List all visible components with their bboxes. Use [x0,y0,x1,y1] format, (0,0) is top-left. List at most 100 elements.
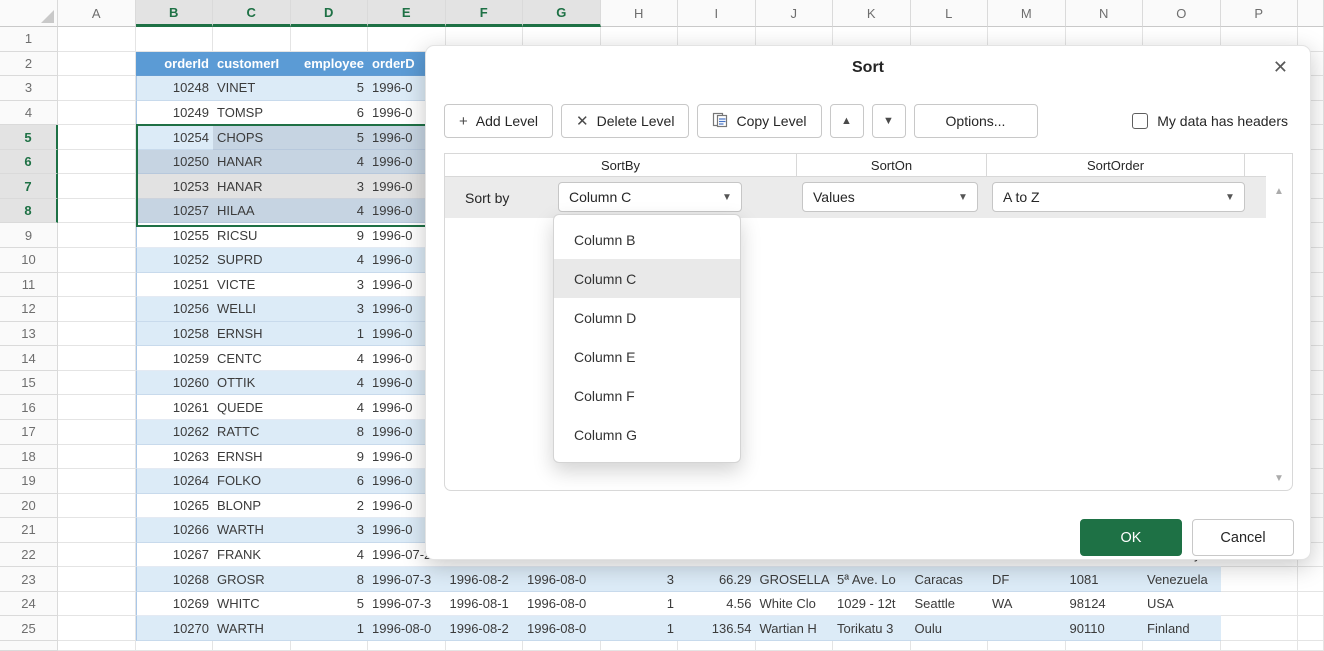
cell-A5[interactable] [58,125,136,150]
row-header-23[interactable]: 23 [0,567,58,592]
cell-P24[interactable] [1221,592,1299,617]
row-header-6[interactable]: 6 [0,150,58,175]
cell-L25[interactable]: Oulu [911,616,989,641]
cell-C20[interactable]: BLONP [213,494,291,519]
cell-A9[interactable] [58,223,136,248]
cell-C3[interactable]: VINET [213,76,291,101]
cell-D7[interactable]: 3 [291,174,369,199]
cell-partial-26[interactable] [1221,641,1299,651]
cell-E23[interactable]: 1996-07-3 [368,567,446,592]
cell-L24[interactable]: Seattle [911,592,989,617]
row-header-18[interactable]: 18 [0,445,58,470]
cell-D15[interactable]: 4 [291,371,369,396]
dropdown-option-column-f[interactable]: Column F [554,376,740,415]
cell-C25[interactable]: WARTH [213,616,291,641]
cell-partial-26[interactable] [291,641,369,651]
row-header-4[interactable]: 4 [0,101,58,126]
cell-M25[interactable] [988,616,1066,641]
cell-D8[interactable]: 4 [291,199,369,224]
cell-B17[interactable]: 10262 [136,420,214,445]
column-header-P[interactable]: P [1221,0,1299,27]
cell-A14[interactable] [58,346,136,371]
cell-A25[interactable] [58,616,136,641]
cell-B4[interactable]: 10249 [136,101,214,126]
cell-A18[interactable] [58,445,136,470]
cell-B8[interactable]: 10257 [136,199,214,224]
cell-A3[interactable] [58,76,136,101]
cell-B12[interactable]: 10256 [136,297,214,322]
cell-partial-26[interactable] [1143,641,1221,651]
cell-N24[interactable]: 98124 [1066,592,1144,617]
cell-D11[interactable]: 3 [291,273,369,298]
checkbox-icon[interactable] [1132,113,1148,129]
cell-C21[interactable]: WARTH [213,518,291,543]
cell-K23[interactable]: 5ª Ave. Lo [833,567,911,592]
column-header-K[interactable]: K [833,0,911,27]
cell-C6[interactable]: HANAR [213,150,291,175]
cell-H23[interactable]: 3 [601,567,679,592]
column-header-C[interactable]: C [213,0,291,27]
cell-A6[interactable] [58,150,136,175]
sort-by-dropdown[interactable]: Column C ▼ [558,182,742,212]
cell-partial-26[interactable] [911,641,989,651]
cell-D13[interactable]: 1 [291,322,369,347]
cell-P23[interactable] [1221,567,1299,592]
cell-partial-26[interactable] [988,641,1066,651]
cell-B15[interactable]: 10260 [136,371,214,396]
cell-H25[interactable]: 1 [601,616,679,641]
cell-J25[interactable]: Wartian H [756,616,834,641]
dropdown-option-column-e[interactable]: Column E [554,337,740,376]
cell-M24[interactable]: WA [988,592,1066,617]
cell-partial-26[interactable] [213,641,291,651]
cell-O25[interactable]: Finland [1143,616,1221,641]
options-button[interactable]: Options... [914,104,1038,138]
cell-C14[interactable]: CENTC [213,346,291,371]
column-header-D[interactable]: D [291,0,369,27]
cell-partial-26[interactable] [1066,641,1144,651]
row-header-22[interactable]: 22 [0,543,58,568]
add-level-button[interactable]: + Add Level [444,104,553,138]
column-header-F[interactable]: F [446,0,524,27]
cell-A12[interactable] [58,297,136,322]
column-header-B[interactable]: B [136,0,214,27]
cell-N25[interactable]: 90110 [1066,616,1144,641]
sort-on-dropdown[interactable]: Values ▼ [802,182,978,212]
cell-E25[interactable]: 1996-08-0 [368,616,446,641]
cell-J23[interactable]: GROSELLA [756,567,834,592]
my-data-has-headers-checkbox[interactable]: My data has headers [1132,113,1288,129]
dropdown-option-column-g[interactable]: Column G [554,415,740,454]
column-header-J[interactable]: J [756,0,834,27]
cell-I24[interactable]: 4.56 [678,592,756,617]
close-icon[interactable]: ✕ [1273,56,1288,78]
row-header-3[interactable]: 3 [0,76,58,101]
cell-D2[interactable]: employee [291,52,369,77]
cell-A15[interactable] [58,371,136,396]
cell-partial-26[interactable] [1298,641,1324,651]
scroll-up-icon[interactable]: ▲ [1266,186,1292,197]
cell-F24[interactable]: 1996-08-1 [446,592,524,617]
cell-partial-26[interactable] [136,641,214,651]
cell-B21[interactable]: 10266 [136,518,214,543]
cell-D14[interactable]: 4 [291,346,369,371]
cell-D10[interactable]: 4 [291,248,369,273]
cell-C2[interactable]: customerI [213,52,291,77]
cell-B20[interactable]: 10265 [136,494,214,519]
column-header-partial[interactable] [1298,0,1324,27]
cell-D17[interactable]: 8 [291,420,369,445]
cell-D19[interactable]: 6 [291,469,369,494]
ok-button[interactable]: OK [1080,519,1182,556]
cell-partial-26[interactable] [756,641,834,651]
cell-C15[interactable]: OTTIK [213,371,291,396]
row-header-13[interactable]: 13 [0,322,58,347]
cell-B11[interactable]: 10251 [136,273,214,298]
cell-partial-24[interactable] [1298,592,1324,617]
dropdown-option-column-b[interactable]: Column B [554,220,740,259]
cell-D18[interactable]: 9 [291,445,369,470]
row-header-14[interactable]: 14 [0,346,58,371]
cell-C11[interactable]: VICTE [213,273,291,298]
cell-B25[interactable]: 10270 [136,616,214,641]
cell-A10[interactable] [58,248,136,273]
row-header-12[interactable]: 12 [0,297,58,322]
column-header-M[interactable]: M [988,0,1066,27]
row-header-11[interactable]: 11 [0,273,58,298]
